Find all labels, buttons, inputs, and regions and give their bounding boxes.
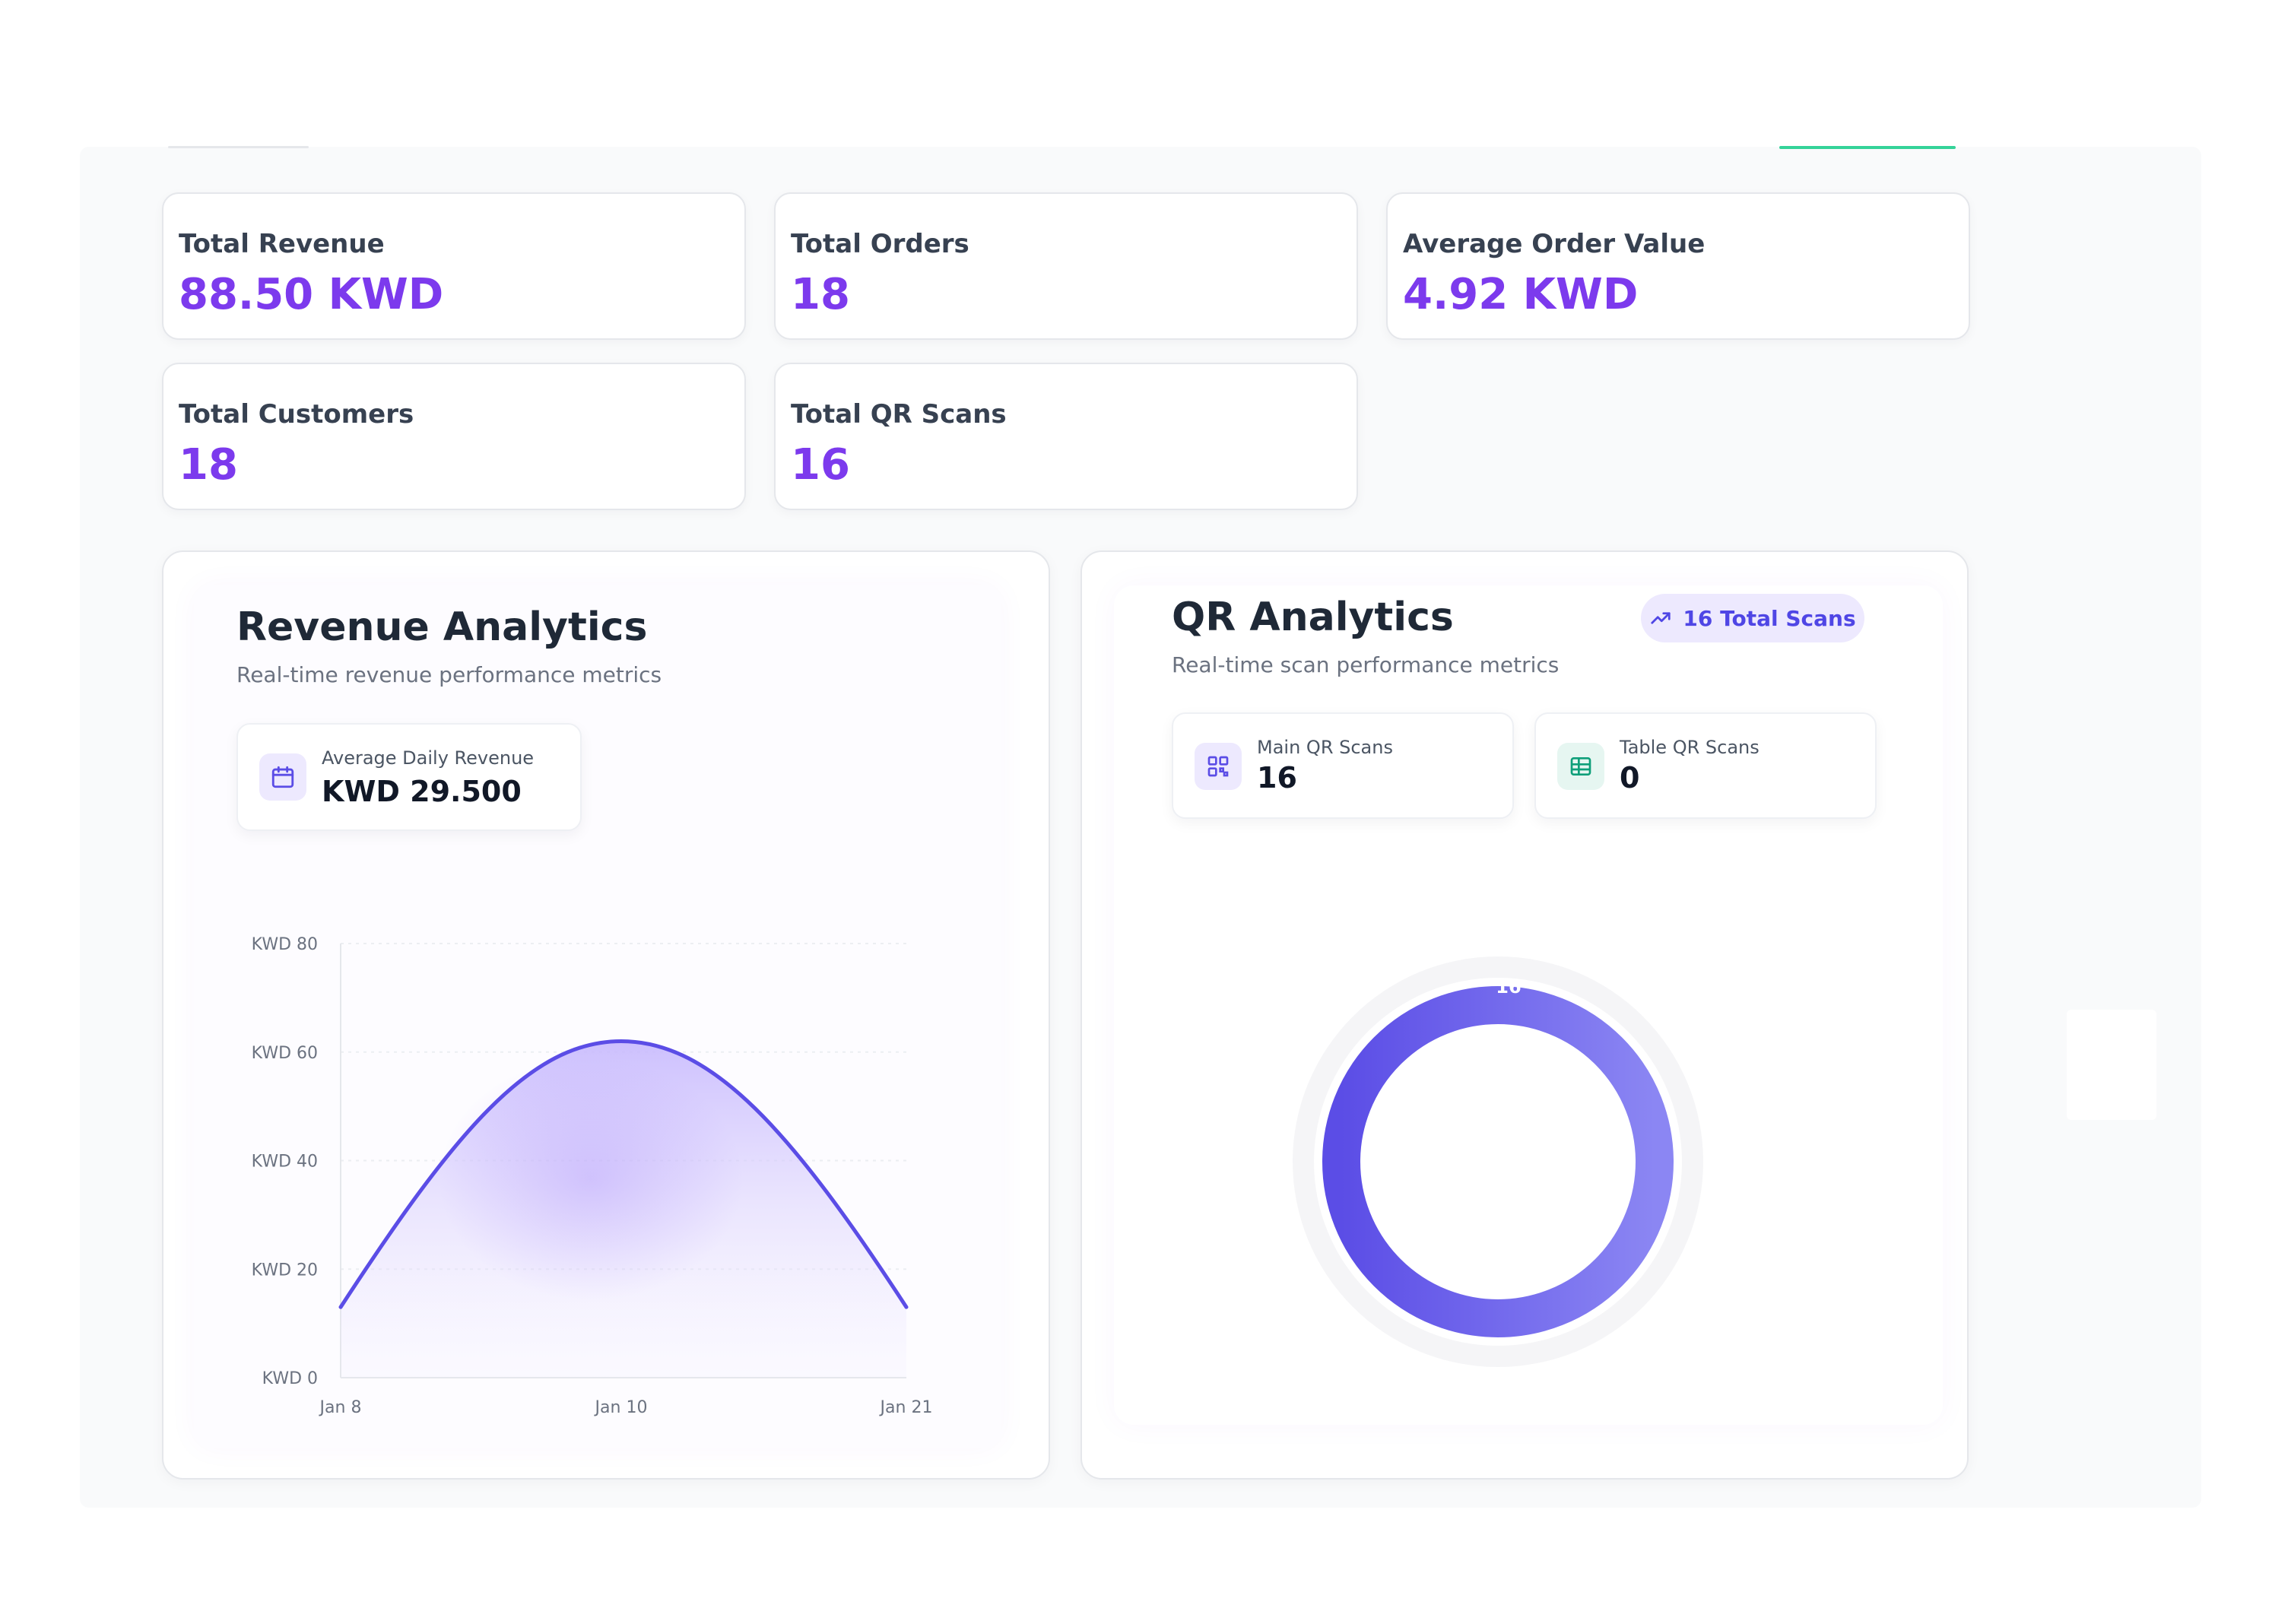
stat-label: Total Customers <box>179 399 414 430</box>
stat-value: 18 <box>179 440 238 490</box>
donut-inner-cutout <box>1314 978 1682 1346</box>
table-qr-scans-label: Table QR Scans <box>1620 737 1760 758</box>
tab-indicator <box>168 146 309 148</box>
x-tick-label: Jan 21 <box>879 1398 933 1417</box>
qr-donut-chart: 16 0 <box>1293 934 1703 1367</box>
table-qr-scans-value: 0 <box>1620 761 1640 795</box>
y-tick-label: KWD 20 <box>252 1261 318 1280</box>
x-tick-label: Jan 8 <box>319 1398 362 1417</box>
active-tab-indicator <box>1779 146 1956 149</box>
total-scans-badge-text: 16 Total Scans <box>1683 605 1856 631</box>
main-qr-scans-card: Main QR Scans 16 <box>1172 712 1514 819</box>
qr-title: QR Analytics <box>1172 595 1454 640</box>
qr-subtitle: Real-time scan performance metrics <box>1172 652 1560 677</box>
stat-label: Total Orders <box>791 229 969 259</box>
y-tick-label: KWD 0 <box>262 1369 318 1388</box>
stat-value: 16 <box>791 440 850 490</box>
average-daily-revenue-value: KWD 29.500 <box>322 775 522 808</box>
y-tick-label: KWD 80 <box>252 935 318 954</box>
stat-label: Total QR Scans <box>791 399 1007 430</box>
table-qr-scans-card: Table QR Scans 0 <box>1534 712 1877 819</box>
revenue-subtitle: Real-time revenue performance metrics <box>236 662 662 687</box>
stat-card-total-orders: Total Orders 18 <box>774 192 1358 340</box>
average-daily-revenue-label: Average Daily Revenue <box>322 747 535 769</box>
table-grid-icon <box>1557 743 1604 790</box>
main-qr-scans-label: Main QR Scans <box>1257 737 1393 758</box>
stat-value: 4.92 KWD <box>1403 270 1639 319</box>
stat-card-total-revenue: Total Revenue 88.50 KWD <box>162 192 746 340</box>
x-tick-label: Jan 10 <box>594 1398 648 1417</box>
y-tick-label: KWD 40 <box>252 1153 318 1172</box>
qr-code-icon <box>1195 743 1242 790</box>
stat-card-total-qr-scans: Total QR Scans 16 <box>774 363 1358 510</box>
area-glow <box>439 1057 743 1301</box>
revenue-area-chart: KWD 0 KWD 20 KWD 40 KWD 60 KWD 80 Jan 8 Jan 1… <box>252 935 933 1417</box>
revenue-title: Revenue Analytics <box>236 604 648 650</box>
y-tick-label: KWD 60 <box>252 1044 318 1063</box>
stat-label: Total Revenue <box>179 229 385 259</box>
side-tile <box>2067 1010 2156 1120</box>
main-qr-scans-value: 16 <box>1257 761 1297 795</box>
stat-value: 88.50 KWD <box>179 270 444 319</box>
stat-card-total-customers: Total Customers 18 <box>162 363 746 510</box>
donut-slice-label: 16 <box>1496 976 1521 998</box>
stat-label: Average Order Value <box>1403 229 1706 259</box>
trending-up-icon <box>1651 612 1671 624</box>
stat-value: 18 <box>791 270 850 319</box>
total-scans-badge: 16 Total Scans <box>1641 594 1864 642</box>
donut-slice-label: 0 <box>1503 934 1515 955</box>
stat-card-average-order-value: Average Order Value 4.92 KWD <box>1386 192 1970 340</box>
average-daily-revenue-card: Average Daily Revenue KWD 29.500 <box>236 723 582 831</box>
calendar-icon <box>259 753 306 801</box>
